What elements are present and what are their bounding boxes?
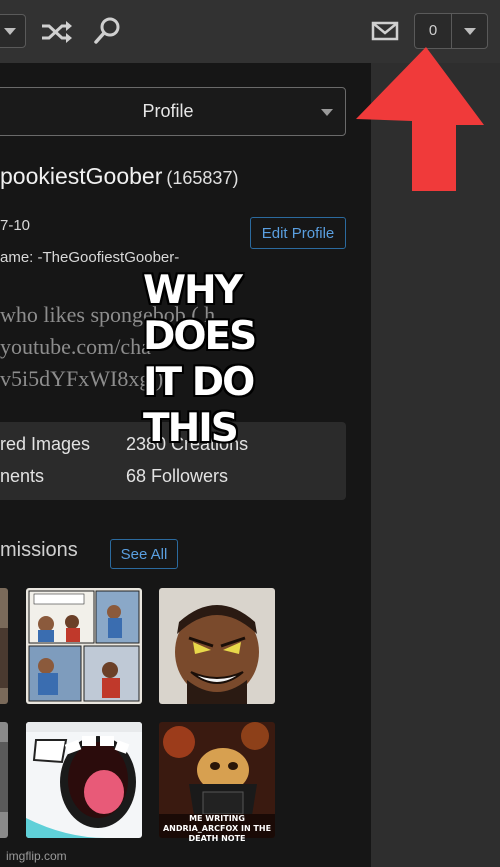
notifications-dropdown[interactable] xyxy=(452,14,488,48)
submission-thumbnail[interactable] xyxy=(26,588,142,704)
joined-date: 7-10 xyxy=(0,217,31,234)
meme-caption-line: IT DO THIS xyxy=(143,360,255,451)
mail-icon[interactable] xyxy=(371,20,399,42)
see-all-button[interactable]: See All xyxy=(110,539,178,569)
search-icon[interactable] xyxy=(92,16,122,46)
submission-thumbnail[interactable] xyxy=(0,722,8,838)
chevron-down-icon xyxy=(321,109,333,116)
notification-count[interactable]: 0 xyxy=(415,14,452,48)
submission-thumbnail[interactable] xyxy=(26,722,142,838)
stat-comments[interactable]: nents xyxy=(0,466,44,487)
submissions-heading: missions xyxy=(0,539,78,561)
profile-select-label: Profile xyxy=(142,101,194,121)
stat-featured-images[interactable]: red Images xyxy=(0,434,90,455)
chevron-down-icon xyxy=(4,28,16,35)
menu-dropdown[interactable] xyxy=(0,14,26,48)
submission-thumbnail[interactable] xyxy=(159,588,275,704)
notifications-button[interactable]: 0 xyxy=(414,13,488,49)
username-text: pookiestGoober xyxy=(0,163,163,189)
profile-select[interactable]: Profile xyxy=(0,87,346,136)
username: pookiestGoober (165837) xyxy=(0,163,238,190)
stat-followers[interactable]: 68 Followers xyxy=(126,466,228,487)
meme-caption-line: WHY DOES xyxy=(143,268,257,359)
profile-main: Profile pookiestGoober (165837) 7-10 Edit… xyxy=(0,63,371,867)
chevron-down-icon xyxy=(464,28,476,35)
arrow-icon xyxy=(356,47,484,191)
thumbnail-caption: ME WRITING ANDRIA_ARCFOX IN THE DEATH NO… xyxy=(162,814,272,843)
user-points: (165837) xyxy=(166,168,239,188)
edit-profile-button[interactable]: Edit Profile xyxy=(250,217,346,249)
submission-thumbnail[interactable] xyxy=(0,588,8,704)
meme-caption: WHY DOES IT DO THIS xyxy=(143,268,355,452)
watermark: imgflip.com xyxy=(6,849,67,863)
display-name: ame: -TheGoofiestGoober- xyxy=(0,249,180,266)
shuffle-icon[interactable] xyxy=(40,18,74,46)
